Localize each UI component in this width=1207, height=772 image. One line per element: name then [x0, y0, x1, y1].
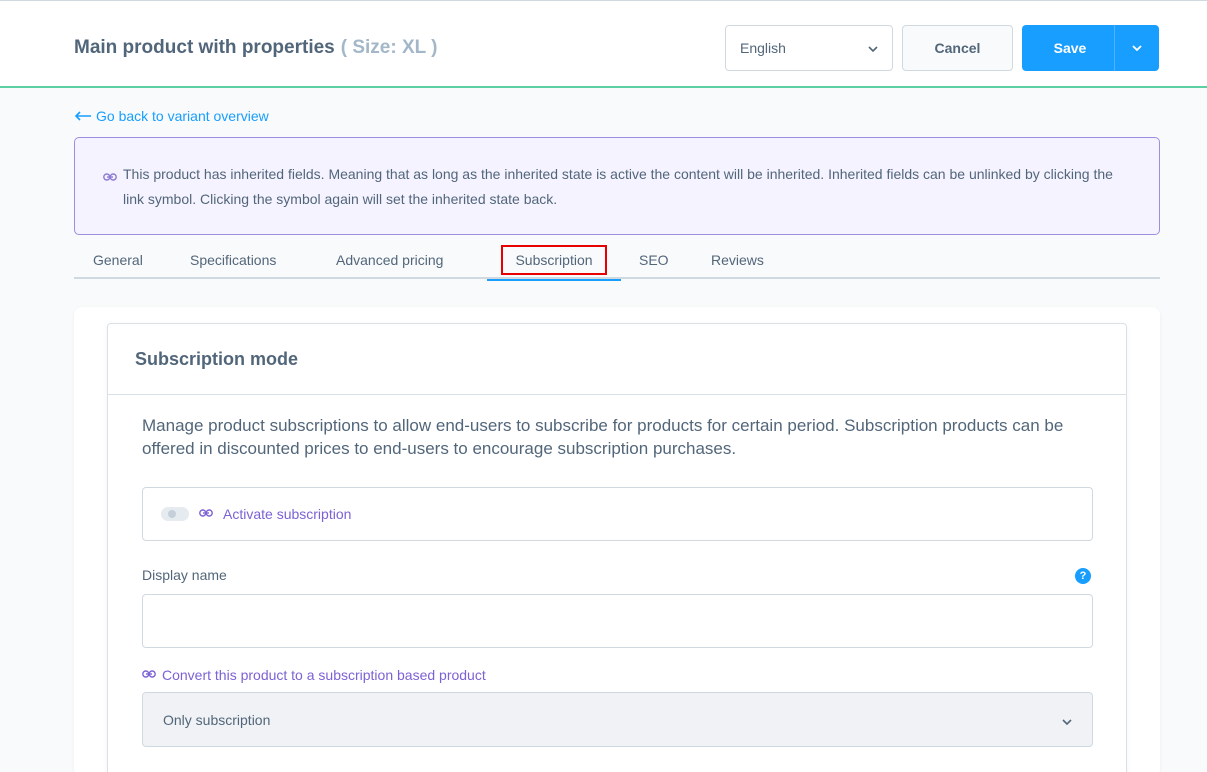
link-icon[interactable]: [142, 666, 156, 684]
convert-label: Convert this product to a subscription b…: [162, 667, 486, 683]
tab-reviews[interactable]: Reviews: [711, 241, 764, 279]
save-button[interactable]: Save: [1022, 25, 1114, 71]
product-name: Main product with properties: [74, 37, 335, 58]
tab-general[interactable]: General: [93, 241, 143, 279]
subscription-type-select[interactable]: Only subscription: [142, 692, 1093, 747]
activate-subscription-field: Activate subscription: [142, 487, 1093, 541]
tab-advanced-pricing[interactable]: Advanced pricing: [336, 241, 443, 279]
toggle-knob: [168, 510, 176, 518]
chevron-down-icon: [1132, 45, 1142, 51]
save-button-group: Save: [1022, 25, 1159, 71]
top-bar: Main product with properties( Size: XL )…: [0, 0, 1207, 88]
notice-text: This product has inherited fields. Meani…: [123, 166, 1113, 207]
help-icon[interactable]: ?: [1075, 568, 1091, 584]
back-link-label: Go back to variant overview: [96, 108, 269, 124]
tab-subscription[interactable]: Subscription: [487, 241, 621, 281]
save-options-button[interactable]: [1114, 25, 1159, 71]
display-name-label: Display name: [142, 567, 227, 583]
link-icon[interactable]: [199, 505, 213, 523]
tab-bar: General Specifications Advanced pricing …: [74, 241, 1160, 281]
chevron-down-icon: [868, 41, 878, 55]
cancel-button[interactable]: Cancel: [902, 25, 1013, 71]
link-icon: [103, 165, 117, 190]
page-title: Main product with properties( Size: XL ): [74, 37, 438, 59]
card-description: Manage product subscriptions to allow en…: [142, 416, 1064, 458]
chevron-down-icon: [1062, 712, 1072, 728]
convert-subscription-field-label: Convert this product to a subscription b…: [142, 666, 486, 684]
tab-subscription-label: Subscription: [501, 245, 607, 275]
variant-label: ( Size: XL ): [340, 37, 438, 58]
back-to-variant-overview-link[interactable]: Go back to variant overview: [74, 108, 269, 124]
activate-subscription-label: Activate subscription: [223, 506, 352, 522]
card-title: Subscription mode: [108, 324, 1126, 395]
subscription-mode-card: Subscription mode Manage product subscri…: [107, 323, 1127, 772]
language-select[interactable]: English: [725, 25, 893, 71]
language-value: English: [740, 40, 786, 56]
display-name-input[interactable]: [142, 594, 1093, 648]
activate-subscription-toggle[interactable]: [161, 507, 189, 521]
arrow-left-icon: [74, 111, 91, 121]
inheritance-notice: This product has inherited fields. Meani…: [74, 137, 1160, 235]
subscription-type-value: Only subscription: [163, 711, 271, 728]
tab-specifications[interactable]: Specifications: [190, 241, 276, 279]
tab-seo[interactable]: SEO: [639, 241, 669, 279]
